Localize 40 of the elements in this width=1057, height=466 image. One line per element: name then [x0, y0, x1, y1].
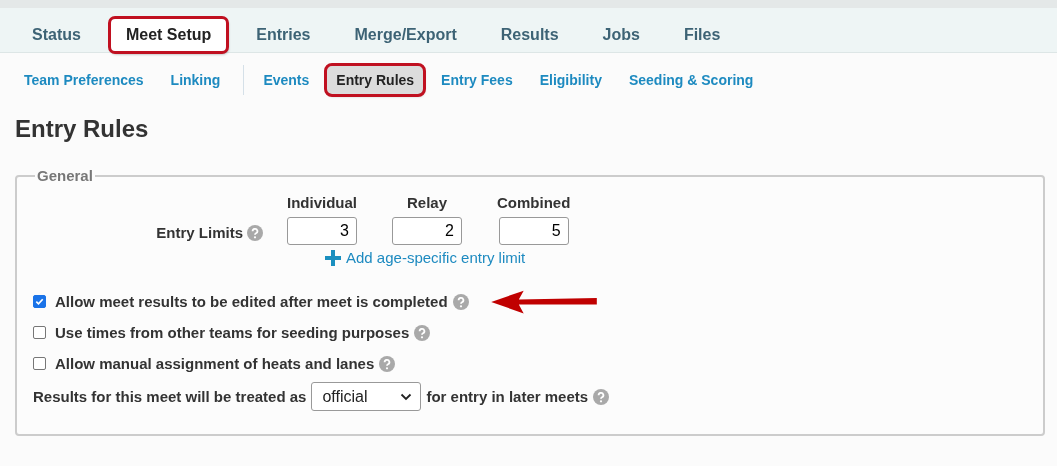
- field-label: Entry Limits: [156, 224, 243, 241]
- sub-tab[interactable]: Entry Fees: [432, 66, 522, 94]
- sub-tab[interactable]: Team Preferences: [15, 66, 153, 94]
- sentence-text: for entry in later meets: [426, 388, 589, 405]
- add-limit-link[interactable]: Add age-specific entry limit: [325, 249, 571, 266]
- nav-tab[interactable]: Results: [485, 18, 574, 52]
- checkbox[interactable]: [33, 357, 46, 370]
- column-heading: Combined: [497, 194, 571, 211]
- section-legend: General: [35, 167, 95, 184]
- help-icon[interactable]: [593, 388, 610, 405]
- sentence-text: Results for this meet will be treated as: [33, 388, 307, 405]
- option-label: Use times from other teams for seeding purposes: [55, 324, 410, 341]
- checkbox[interactable]: [33, 326, 46, 339]
- number-field[interactable]: 2: [392, 217, 462, 245]
- sub-tab[interactable]: Events: [254, 66, 319, 94]
- option-label: Allow manual assignment of heats and lanes: [55, 355, 375, 372]
- nav-tab[interactable]: Entries: [241, 18, 326, 52]
- option-label: Allow meet results to be edited after meet is completed: [55, 293, 448, 310]
- sub-tab[interactable]: Seeding & Scoring: [619, 66, 763, 94]
- nav-tab[interactable]: Merge/Export: [339, 18, 472, 52]
- number-field[interactable]: 5: [498, 217, 569, 245]
- nav-tab[interactable]: Meet Setup: [109, 18, 228, 52]
- sub-tab[interactable]: Eligibility: [530, 66, 611, 94]
- help-icon[interactable]: [452, 293, 469, 310]
- nav-tab[interactable]: Status: [17, 18, 96, 52]
- nav-tab[interactable]: Files: [668, 18, 736, 52]
- number-field[interactable]: 3: [287, 217, 357, 245]
- column-heading: Relay: [407, 194, 448, 211]
- sub-tab[interactable]: Entry Rules: [327, 66, 424, 94]
- chevron-down-icon: [400, 392, 413, 401]
- column-heading: Individual: [287, 194, 357, 211]
- plus-icon: [325, 249, 341, 266]
- page-title: Entry Rules: [14, 114, 150, 143]
- help-icon[interactable]: [414, 324, 431, 341]
- help-icon[interactable]: [379, 355, 396, 372]
- status-select[interactable]: official: [311, 382, 422, 411]
- sub-tab[interactable]: Linking: [161, 66, 230, 94]
- nav-tab[interactable]: Jobs: [587, 18, 655, 52]
- help-icon[interactable]: [247, 224, 263, 241]
- checkbox[interactable]: [33, 295, 46, 308]
